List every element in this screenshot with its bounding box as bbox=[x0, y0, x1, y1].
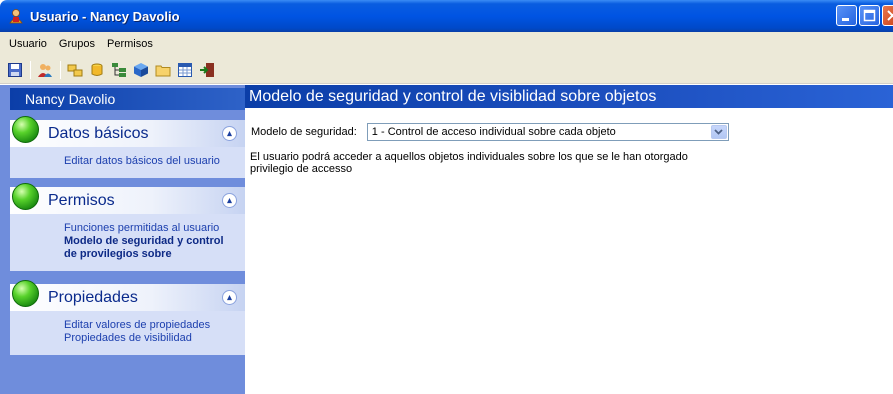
group-title: Datos básicos bbox=[48, 125, 149, 142]
link-propiedades-visibilidad[interactable]: Propiedades de visibilidad bbox=[64, 332, 245, 345]
menu-bar: Usuario Grupos Permisos bbox=[0, 32, 893, 56]
group-header-permisos[interactable]: Permisos ▴ bbox=[10, 183, 245, 214]
link-editar-valores-propiedades[interactable]: Editar valores de propiedades bbox=[64, 319, 245, 332]
grid-icon[interactable] bbox=[176, 61, 194, 79]
group-body: Editar valores de propiedades Propiedade… bbox=[10, 311, 245, 355]
link-editar-datos-basicos[interactable]: Editar datos básicos del usuario bbox=[64, 155, 245, 168]
menu-usuario[interactable]: Usuario bbox=[0, 38, 53, 50]
security-model-description: El usuario podrá acceder a aquellos obje… bbox=[250, 151, 688, 175]
title-bar: Usuario - Nancy Davolio bbox=[0, 0, 893, 32]
link-funciones-permitidas[interactable]: Funciones permitidas al usuario bbox=[64, 222, 245, 235]
menu-permisos[interactable]: Permisos bbox=[101, 38, 159, 50]
groups-icon[interactable] bbox=[66, 61, 84, 79]
toolbar bbox=[0, 56, 893, 84]
chevron-down-icon[interactable] bbox=[710, 125, 727, 139]
group-datos-basicos: Datos básicos ▴ Editar datos básicos del… bbox=[10, 116, 245, 178]
close-button[interactable] bbox=[882, 5, 893, 26]
maximize-button[interactable] bbox=[859, 5, 880, 26]
app-icon bbox=[8, 8, 24, 24]
security-model-label: Modelo de seguridad: bbox=[251, 126, 357, 138]
green-orb-icon bbox=[12, 183, 39, 210]
group-title: Propiedades bbox=[48, 289, 138, 306]
window-title: Usuario - Nancy Davolio bbox=[30, 8, 180, 24]
folder-icon[interactable] bbox=[154, 61, 172, 79]
tree-icon[interactable] bbox=[110, 61, 128, 79]
security-model-row: Modelo de seguridad: 1 - Control de acce… bbox=[251, 123, 729, 141]
green-orb-icon bbox=[12, 280, 39, 307]
group-body: Editar datos básicos del usuario bbox=[10, 147, 245, 178]
collapse-icon[interactable]: ▴ bbox=[222, 290, 237, 305]
select-value: 1 - Control de acceso individual sobre c… bbox=[371, 126, 616, 138]
toolbar-separator bbox=[30, 60, 31, 79]
group-header-datos-basicos[interactable]: Datos básicos ▴ bbox=[10, 116, 245, 147]
users-icon[interactable] bbox=[36, 61, 54, 79]
minimize-button[interactable] bbox=[836, 5, 857, 26]
green-orb-icon bbox=[12, 116, 39, 143]
sidebar-header: Nancy Davolio bbox=[10, 88, 245, 110]
group-propiedades: Propiedades ▴ Editar valores de propieda… bbox=[10, 280, 245, 355]
collapse-icon[interactable]: ▴ bbox=[222, 193, 237, 208]
exit-icon[interactable] bbox=[198, 61, 216, 79]
link-modelo-seguridad[interactable]: Modelo de seguridad y control de provile… bbox=[64, 235, 234, 261]
menu-grupos[interactable]: Grupos bbox=[53, 38, 101, 50]
toolbar-separator bbox=[60, 60, 61, 79]
page-title: Modelo de seguridad y control de visibli… bbox=[245, 85, 893, 108]
group-permisos: Permisos ▴ Funciones permitidas al usuar… bbox=[10, 183, 245, 271]
save-icon[interactable] bbox=[6, 61, 24, 79]
cube-icon[interactable] bbox=[132, 61, 150, 79]
group-body: Funciones permitidas al usuario Modelo d… bbox=[10, 214, 245, 271]
database-icon[interactable] bbox=[88, 61, 106, 79]
group-header-propiedades[interactable]: Propiedades ▴ bbox=[10, 280, 245, 311]
security-model-select[interactable]: 1 - Control de acceso individual sobre c… bbox=[366, 123, 729, 141]
sidebar: Nancy Davolio Datos básicos ▴ Editar dat… bbox=[0, 85, 245, 394]
group-title: Permisos bbox=[48, 192, 115, 209]
collapse-icon[interactable]: ▴ bbox=[222, 126, 237, 141]
